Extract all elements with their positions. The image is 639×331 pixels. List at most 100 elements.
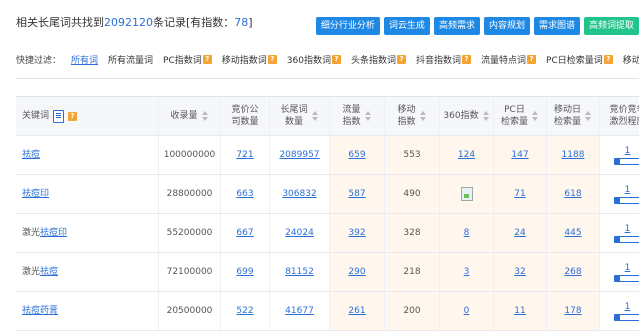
- filter-360-index[interactable]: 360指数词?: [287, 53, 341, 66]
- bid-link[interactable]: 522: [236, 305, 253, 317]
- index-360-link[interactable]: 8: [464, 227, 470, 239]
- col-competition[interactable]: 竞价竞争激烈程度: [600, 97, 639, 135]
- keyword-cell[interactable]: 激光祛痘: [16, 253, 159, 291]
- traffic-cell[interactable]: 587: [330, 175, 385, 213]
- content-plan-button[interactable]: 内容规划: [483, 17, 530, 35]
- pc-daily-cell[interactable]: 147: [494, 136, 547, 174]
- traffic-link[interactable]: 587: [348, 188, 365, 200]
- sort-icon[interactable]: [419, 111, 427, 121]
- col-collected[interactable]: 收录量: [159, 97, 221, 135]
- keyword-cell[interactable]: 激光祛痘印: [16, 214, 159, 252]
- keyword-link[interactable]: 祛痘药膏: [22, 305, 58, 317]
- filter-toutiao-index[interactable]: 头条指数词?: [351, 53, 406, 66]
- filter-douyin-index[interactable]: 抖音指数词?: [416, 53, 471, 66]
- longtail-link[interactable]: 41677: [285, 305, 314, 317]
- filter-mobile-daily[interactable]: 移动日: [623, 53, 639, 66]
- pc-daily-link[interactable]: 147: [511, 149, 528, 161]
- bid-link[interactable]: 721: [236, 149, 253, 161]
- filter-pc-index[interactable]: PC指数词?: [163, 53, 212, 66]
- longtail-link[interactable]: 2089957: [279, 149, 319, 161]
- mobile-daily-link[interactable]: 1188: [562, 149, 585, 161]
- traffic-link[interactable]: 261: [348, 305, 365, 317]
- mobile-daily-cell[interactable]: 618: [547, 175, 600, 213]
- competition-cell[interactable]: 1: [600, 175, 639, 213]
- index-360-cell[interactable]: 124: [440, 136, 494, 174]
- competition-bar[interactable]: 1: [600, 145, 639, 165]
- index-360-cell[interactable]: [440, 175, 494, 213]
- index-360-link[interactable]: 0: [464, 305, 470, 317]
- mobile-daily-link[interactable]: 268: [564, 266, 581, 278]
- longtail-cell[interactable]: 306832: [270, 175, 330, 213]
- sort-icon[interactable]: [311, 111, 319, 121]
- sort-icon[interactable]: [584, 111, 592, 121]
- high-freq-extract-button[interactable]: 高频词提取: [583, 17, 639, 35]
- longtail-link[interactable]: 24024: [285, 227, 314, 239]
- mobile-daily-link[interactable]: 178: [564, 305, 581, 317]
- bid-link[interactable]: 699: [236, 266, 253, 278]
- traffic-cell[interactable]: 290: [330, 253, 385, 291]
- filter-traffic-feature[interactable]: 流量特点词?: [481, 53, 537, 66]
- longtail-cell[interactable]: 41677: [270, 292, 330, 330]
- longtail-link[interactable]: 81152: [285, 266, 314, 278]
- traffic-cell[interactable]: 392: [330, 214, 385, 252]
- sort-icon[interactable]: [201, 111, 209, 121]
- col-longtail[interactable]: 长尾词 数量: [270, 97, 330, 135]
- filter-traffic-words[interactable]: 所有流量词: [108, 53, 153, 66]
- demand-graph-button[interactable]: 需求图谱: [533, 17, 580, 35]
- mobile-daily-cell[interactable]: 178: [547, 292, 600, 330]
- pc-daily-cell[interactable]: 71: [494, 175, 547, 213]
- bid-cell[interactable]: 663: [221, 175, 270, 213]
- word-cloud-button[interactable]: 词云生成: [383, 17, 430, 35]
- col-mobile-index[interactable]: 移动 指数: [385, 97, 440, 135]
- bid-link[interactable]: 667: [236, 227, 253, 239]
- sort-icon[interactable]: [364, 111, 372, 121]
- filter-mobile-index[interactable]: 移动指数词?: [222, 53, 277, 66]
- high-freq-demand-button[interactable]: 高频需求: [433, 17, 480, 35]
- keyword-cell[interactable]: 祛痘药膏: [16, 292, 159, 330]
- pc-daily-cell[interactable]: 32: [494, 253, 547, 291]
- keyword-link[interactable]: 祛痘印: [22, 188, 49, 200]
- competition-cell[interactable]: 1: [600, 136, 639, 174]
- longtail-cell[interactable]: 81152: [270, 253, 330, 291]
- bid-link[interactable]: 663: [236, 188, 253, 200]
- col-traffic-index[interactable]: 流量 指数: [330, 97, 385, 135]
- traffic-cell[interactable]: 659: [330, 136, 385, 174]
- competition-bar[interactable]: 1: [600, 301, 639, 321]
- sort-icon[interactable]: [482, 111, 490, 121]
- mobile-daily-cell[interactable]: 445: [547, 214, 600, 252]
- index-360-link[interactable]: 3: [464, 266, 470, 278]
- col-pc-daily[interactable]: PC日 检索量: [494, 97, 547, 135]
- pc-daily-cell[interactable]: 11: [494, 292, 547, 330]
- col-bid-companies[interactable]: 竞价公 司数量: [221, 97, 270, 135]
- keyword-cell[interactable]: 祛痘: [16, 136, 159, 174]
- longtail-cell[interactable]: 2089957: [270, 136, 330, 174]
- pc-daily-link[interactable]: 71: [514, 188, 525, 200]
- col-mobile-daily[interactable]: 移动日 检索量: [547, 97, 600, 135]
- keyword-link[interactable]: 祛痘: [22, 149, 40, 161]
- sort-icon[interactable]: [531, 111, 539, 121]
- filter-all-words[interactable]: 所有词: [71, 53, 98, 66]
- copy-icon[interactable]: [53, 109, 65, 123]
- mobile-daily-cell[interactable]: 268: [547, 253, 600, 291]
- index-360-link[interactable]: 124: [458, 149, 475, 161]
- filter-pc-daily[interactable]: PC日检索量词?: [546, 53, 613, 66]
- pc-daily-cell[interactable]: 24: [494, 214, 547, 252]
- competition-cell[interactable]: 1: [600, 292, 639, 330]
- traffic-link[interactable]: 392: [348, 227, 365, 239]
- competition-cell[interactable]: 1: [600, 253, 639, 291]
- index-360-cell[interactable]: 3: [440, 253, 494, 291]
- keyword-cell[interactable]: 祛痘印: [16, 175, 159, 213]
- pc-daily-link[interactable]: 32: [514, 266, 525, 278]
- mobile-daily-cell[interactable]: 1188: [547, 136, 600, 174]
- bid-cell[interactable]: 699: [221, 253, 270, 291]
- index-360-cell[interactable]: 0: [440, 292, 494, 330]
- bid-cell[interactable]: 667: [221, 214, 270, 252]
- pc-daily-link[interactable]: 24: [514, 227, 525, 239]
- index-360-cell[interactable]: 8: [440, 214, 494, 252]
- traffic-link[interactable]: 290: [348, 266, 365, 278]
- longtail-link[interactable]: 306832: [282, 188, 316, 200]
- competition-cell[interactable]: 1: [600, 214, 639, 252]
- competition-bar[interactable]: 1: [600, 223, 639, 243]
- longtail-cell[interactable]: 24024: [270, 214, 330, 252]
- traffic-cell[interactable]: 261: [330, 292, 385, 330]
